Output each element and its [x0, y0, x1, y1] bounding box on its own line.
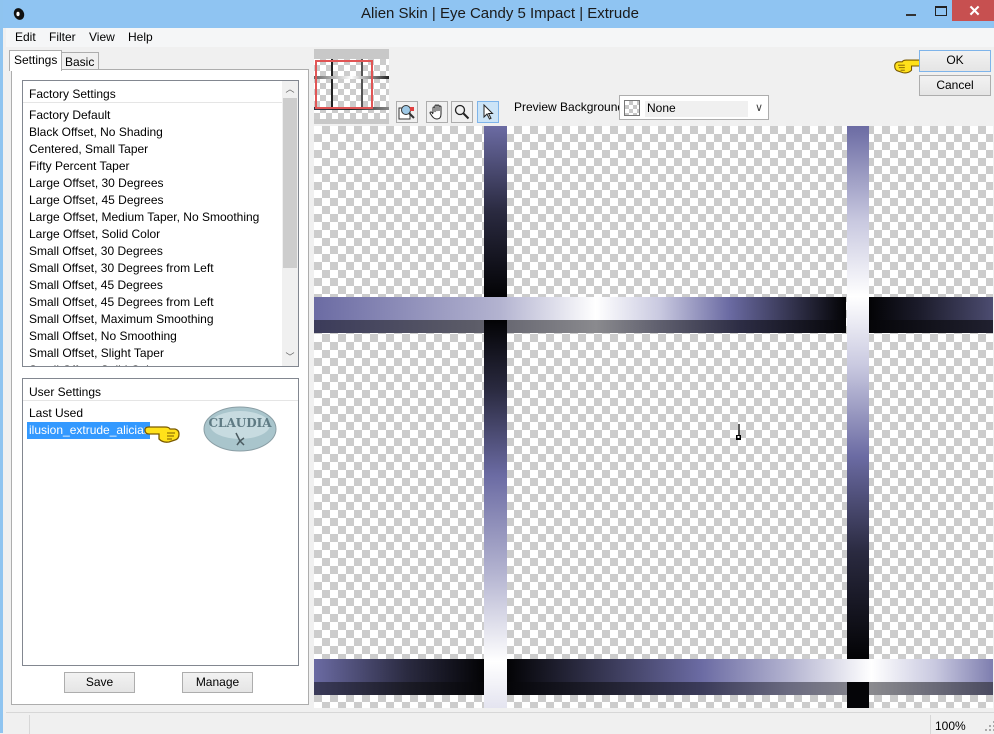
- tab-settings[interactable]: Settings: [9, 50, 63, 71]
- scrollbar-thumb[interactable]: [283, 98, 297, 268]
- minimize-icon: [906, 13, 916, 16]
- list-item[interactable]: Small Offset, 45 Degrees: [29, 277, 282, 294]
- selected-item-label: ilusion_extrude_aliciar: [27, 422, 150, 439]
- list-item[interactable]: Large Offset, 30 Degrees: [29, 175, 282, 192]
- app-window: Alien Skin | Eye Candy 5 Impact | Extrud…: [0, 0, 994, 734]
- extrude-bar: [847, 682, 869, 708]
- list-item[interactable]: Small Offset, Solid Color: [29, 362, 282, 366]
- extrude-shadow: [314, 320, 846, 333]
- extrude-bar: [507, 659, 993, 682]
- mouse-cursor-icon: [736, 424, 741, 440]
- save-button[interactable]: Save: [64, 672, 135, 693]
- extrude-shadow: [314, 682, 484, 695]
- maximize-button[interactable]: [928, 0, 954, 21]
- close-button[interactable]: ✕: [952, 0, 994, 21]
- factory-settings-items: Factory Default Black Offset, No Shading C…: [29, 107, 282, 366]
- viewport-rectangle[interactable]: [315, 60, 373, 109]
- list-item[interactable]: Small Offset, No Smoothing: [29, 328, 282, 345]
- pointing-hand-icon: [144, 426, 180, 443]
- menu-view[interactable]: View: [89, 30, 115, 44]
- preview-background-value: None: [645, 101, 748, 117]
- magnifier-icon: [454, 104, 470, 120]
- hand-icon: [429, 104, 442, 120]
- extrude-bar: [314, 297, 846, 320]
- list-item[interactable]: Centered, Small Taper: [29, 141, 282, 158]
- hand-tool-button[interactable]: [426, 101, 448, 123]
- navigator-tool-button[interactable]: [396, 101, 418, 123]
- close-icon: ✕: [968, 2, 981, 20]
- extrude-bar: [847, 126, 869, 659]
- settings-panel: Factory Settings Factory Default Black Of…: [11, 69, 309, 705]
- window-title: Alien Skin | Eye Candy 5 Impact | Extrud…: [361, 5, 639, 22]
- title-bar: Alien Skin | Eye Candy 5 Impact | Extrud…: [3, 0, 994, 28]
- minimize-button[interactable]: [896, 0, 926, 21]
- manage-button[interactable]: Manage: [182, 672, 253, 693]
- extrude-bar: [484, 126, 507, 297]
- list-item[interactable]: Small Offset, 30 Degrees: [29, 243, 282, 260]
- zoom-level: 100%: [935, 719, 966, 733]
- list-item[interactable]: Factory Default: [29, 107, 282, 124]
- list-item[interactable]: Black Offset, No Shading: [29, 124, 282, 141]
- maximize-icon: [935, 5, 947, 16]
- extrude-bar: [869, 297, 993, 320]
- list-item[interactable]: Small Offset, 45 Degrees from Left: [29, 294, 282, 311]
- factory-list-scrollbar[interactable]: ︿ ﹀: [282, 81, 298, 366]
- menu-filter[interactable]: Filter: [49, 30, 76, 44]
- menu-bar: Edit Filter View Help: [6, 28, 994, 47]
- transparency-swatch-icon: [624, 100, 640, 116]
- preview-background-select[interactable]: None ∨: [619, 95, 769, 120]
- claudia-watermark-logo: CLAUDIA: [203, 406, 277, 452]
- extrude-bar: [484, 320, 507, 708]
- menu-edit[interactable]: Edit: [15, 30, 36, 44]
- watermark-text: CLAUDIA: [208, 416, 272, 430]
- extrude-shadow: [507, 682, 993, 695]
- zoom-tool-button[interactable]: [451, 101, 473, 123]
- extrude-shadow: [869, 320, 993, 333]
- user-settings-list[interactable]: User Settings Last Used ilusion_extrude_…: [22, 378, 299, 666]
- status-bar: 100%: [6, 712, 994, 734]
- list-item[interactable]: Fifty Percent Taper: [29, 158, 282, 175]
- scroll-down-icon[interactable]: ﹀: [282, 349, 298, 366]
- list-item[interactable]: Large Offset, 45 Degrees: [29, 192, 282, 209]
- list-item[interactable]: Small Offset, 30 Degrees from Left: [29, 260, 282, 277]
- menu-help[interactable]: Help: [128, 30, 153, 44]
- cancel-button[interactable]: Cancel: [919, 75, 991, 96]
- scroll-up-icon[interactable]: ︿: [282, 81, 298, 98]
- factory-settings-list[interactable]: Factory Settings Factory Default Black Of…: [22, 80, 299, 367]
- chevron-down-icon: ∨: [754, 102, 763, 114]
- list-item[interactable]: Large Offset, Medium Taper, No Smoothing: [29, 209, 282, 226]
- list-item[interactable]: Large Offset, Solid Color: [29, 226, 282, 243]
- user-settings-header: User Settings: [23, 379, 298, 401]
- extrude-bar: [314, 659, 484, 682]
- ok-button[interactable]: OK: [919, 50, 991, 72]
- preview-canvas[interactable]: [314, 126, 993, 708]
- status-divider: [29, 715, 30, 734]
- resize-grip-icon[interactable]: [985, 721, 994, 731]
- preview-background-label: Preview Background:: [514, 100, 628, 114]
- status-divider: [930, 715, 931, 734]
- navigator-thumbnail[interactable]: [314, 49, 389, 124]
- navigator-icon: [398, 105, 415, 120]
- pointer-tool-button[interactable]: [477, 101, 499, 123]
- arrow-pointer-icon: [483, 104, 494, 120]
- list-item[interactable]: Small Offset, Slight Taper: [29, 345, 282, 362]
- list-item[interactable]: Small Offset, Maximum Smoothing: [29, 311, 282, 328]
- factory-settings-header: Factory Settings: [23, 81, 282, 103]
